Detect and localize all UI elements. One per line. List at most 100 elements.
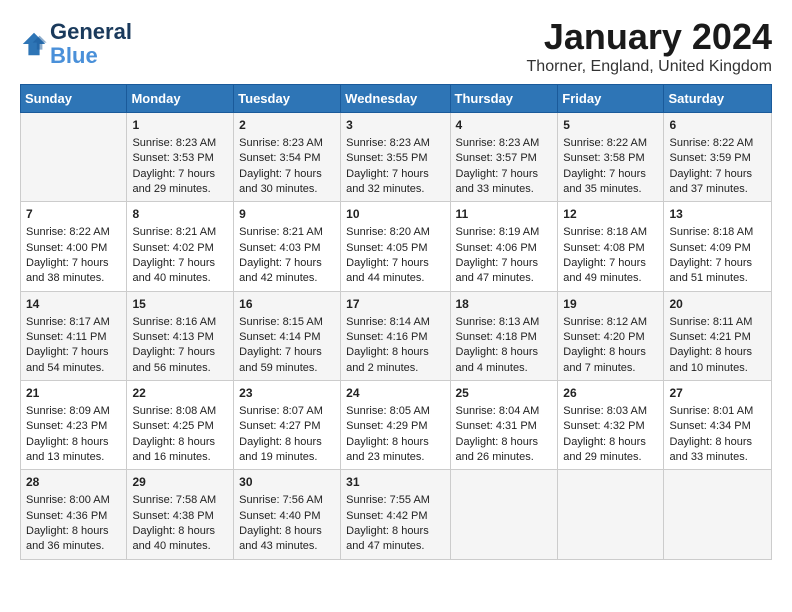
cell-content-line: Sunrise: 8:21 AM [239, 226, 323, 238]
cell-content-line: Sunset: 4:02 PM [132, 242, 213, 254]
weekday-header-cell: Sunday [21, 85, 127, 113]
cell-content-line: and 33 minutes. [669, 451, 747, 463]
day-number: 27 [669, 385, 766, 402]
day-number: 10 [346, 206, 444, 223]
cell-content-line: Sunrise: 8:22 AM [563, 137, 647, 149]
day-number: 19 [563, 296, 658, 313]
cell-content-line: Sunset: 4:16 PM [346, 331, 427, 343]
cell-content-line: Daylight: 8 hours [563, 436, 646, 448]
cell-content-line: and 16 minutes. [132, 451, 210, 463]
cell-content-line: Sunrise: 8:23 AM [456, 137, 540, 149]
cell-content-line: Daylight: 8 hours [456, 346, 539, 358]
calendar-cell: 20Sunrise: 8:11 AMSunset: 4:21 PMDayligh… [664, 291, 772, 380]
day-number: 25 [456, 385, 553, 402]
day-number: 23 [239, 385, 335, 402]
cell-content-line: Sunset: 4:34 PM [669, 420, 750, 432]
calendar-cell: 23Sunrise: 8:07 AMSunset: 4:27 PMDayligh… [234, 381, 341, 470]
calendar-week-row: 28Sunrise: 8:00 AMSunset: 4:36 PMDayligh… [21, 470, 772, 559]
cell-content-line: Sunset: 4:03 PM [239, 242, 320, 254]
cell-content-line: Sunrise: 7:58 AM [132, 494, 216, 506]
day-number: 30 [239, 474, 335, 491]
calendar-week-row: 21Sunrise: 8:09 AMSunset: 4:23 PMDayligh… [21, 381, 772, 470]
day-number: 3 [346, 117, 444, 134]
cell-content-line: Sunset: 4:42 PM [346, 510, 427, 522]
calendar-cell: 14Sunrise: 8:17 AMSunset: 4:11 PMDayligh… [21, 291, 127, 380]
cell-content-line: Daylight: 8 hours [239, 436, 322, 448]
cell-content-line: Sunrise: 8:11 AM [669, 316, 752, 328]
calendar-cell: 8 Sunrise: 8:21 AM Sunset: 4:02 PM Daylight… [127, 202, 234, 291]
day-number: 13 [669, 206, 766, 223]
calendar-cell: 24Sunrise: 8:05 AMSunset: 4:29 PMDayligh… [341, 381, 450, 470]
cell-content-line: Sunrise: 8:12 AM [563, 316, 647, 328]
cell-content-line: Sunrise: 8:04 AM [456, 405, 540, 417]
cell-content-line: Sunset: 4:23 PM [26, 420, 107, 432]
cell-content-line: Daylight: 7 hours [132, 346, 215, 358]
cell-content-line: and 13 minutes. [26, 451, 104, 463]
day-number: 11 [456, 206, 553, 223]
calendar-table: SundayMondayTuesdayWednesdayThursdayFrid… [20, 84, 772, 560]
calendar-cell: 6Sunrise: 8:22 AMSunset: 3:59 PMDaylight… [664, 113, 772, 202]
cell-content-line: Sunrise: 8:23 AM [132, 137, 216, 149]
calendar-cell: 27Sunrise: 8:01 AMSunset: 4:34 PMDayligh… [664, 381, 772, 470]
day-number: 8 [132, 206, 228, 223]
cell-content-line: and 10 minutes. [669, 362, 747, 374]
calendar-cell: 3Sunrise: 8:23 AMSunset: 3:55 PMDaylight… [341, 113, 450, 202]
cell-content-line: Sunrise: 8:23 AM [346, 137, 430, 149]
cell-content-line: and 59 minutes. [239, 362, 317, 374]
cell-content-line: and 23 minutes. [346, 451, 424, 463]
cell-content-line: Sunrise: 8:13 AM [456, 316, 540, 328]
day-number: 22 [132, 385, 228, 402]
day-number: 2 [239, 117, 335, 134]
calendar-week-row: 14Sunrise: 8:17 AMSunset: 4:11 PMDayligh… [21, 291, 772, 380]
calendar-cell [664, 470, 772, 559]
calendar-cell: 7Sunrise: 8:22 AMSunset: 4:00 PMDaylight… [21, 202, 127, 291]
cell-content-line: Sunset: 3:55 PM [346, 152, 427, 164]
weekday-header-cell: Wednesday [341, 85, 450, 113]
cell-content-line: and 51 minutes. [669, 272, 747, 284]
cell-content-line: Sunrise: 8:22 AM [26, 226, 110, 238]
calendar-cell: 1Sunrise: 8:23 AMSunset: 3:53 PMDaylight… [127, 113, 234, 202]
calendar-cell [450, 470, 558, 559]
cell-content-line: Daylight: 7 hours [239, 346, 322, 358]
weekday-header-row: SundayMondayTuesdayWednesdayThursdayFrid… [21, 85, 772, 113]
cell-content-line: Sunset: 4:05 PM [346, 242, 427, 254]
cell-content-line: and 7 minutes. [563, 362, 635, 374]
day-number: 12 [563, 206, 658, 223]
day-number: 28 [26, 474, 121, 491]
cell-content-line: Sunset: 4:08 PM [563, 242, 644, 254]
cell-content-line: Sunrise: 8:19 AM [456, 226, 540, 238]
cell-content-line: Daylight: 8 hours [456, 436, 539, 448]
cell-content-line: Sunset: 4:29 PM [346, 420, 427, 432]
cell-content-line: Sunset: 4:20 PM [563, 331, 644, 343]
cell-content-line: Daylight: 7 hours [239, 168, 322, 180]
cell-content-line: Sunrise: 8:18 AM [669, 226, 753, 238]
calendar-cell: 11Sunrise: 8:19 AMSunset: 4:06 PMDayligh… [450, 202, 558, 291]
cell-content-line: Sunset: 4:14 PM [239, 331, 320, 343]
calendar-cell: 31Sunrise: 7:55 AMSunset: 4:42 PMDayligh… [341, 470, 450, 559]
logo-icon [20, 30, 48, 58]
calendar-cell: 28Sunrise: 8:00 AMSunset: 4:36 PMDayligh… [21, 470, 127, 559]
cell-content-line: and 26 minutes. [456, 451, 534, 463]
cell-content-line: and 47 minutes. [456, 272, 534, 284]
cell-content-line: and 56 minutes. [132, 362, 210, 374]
cell-content-line: Sunrise: 8:05 AM [346, 405, 430, 417]
cell-content-line: Sunrise: 8:21 AM [132, 226, 216, 238]
cell-content-line: Sunrise: 7:55 AM [346, 494, 430, 506]
cell-content-line: Daylight: 7 hours [563, 168, 646, 180]
cell-content-line: and 37 minutes. [669, 183, 747, 195]
day-number: 7 [26, 206, 121, 223]
cell-content-line: Daylight: 7 hours [132, 257, 215, 269]
day-number: 6 [669, 117, 766, 134]
calendar-cell: 10Sunrise: 8:20 AMSunset: 4:05 PMDayligh… [341, 202, 450, 291]
calendar-cell [21, 113, 127, 202]
logo: General Blue [20, 20, 132, 68]
calendar-cell: 25Sunrise: 8:04 AMSunset: 4:31 PMDayligh… [450, 381, 558, 470]
cell-content-line: Daylight: 7 hours [239, 257, 322, 269]
day-number: 24 [346, 385, 444, 402]
cell-content-line: Daylight: 7 hours [669, 257, 752, 269]
cell-content-line: Daylight: 8 hours [26, 525, 109, 537]
cell-content-line: Daylight: 7 hours [669, 168, 752, 180]
cell-content-line: and 35 minutes. [563, 183, 641, 195]
cell-content-line: Sunset: 4:40 PM [239, 510, 320, 522]
cell-content-line: Sunset: 4:18 PM [456, 331, 537, 343]
